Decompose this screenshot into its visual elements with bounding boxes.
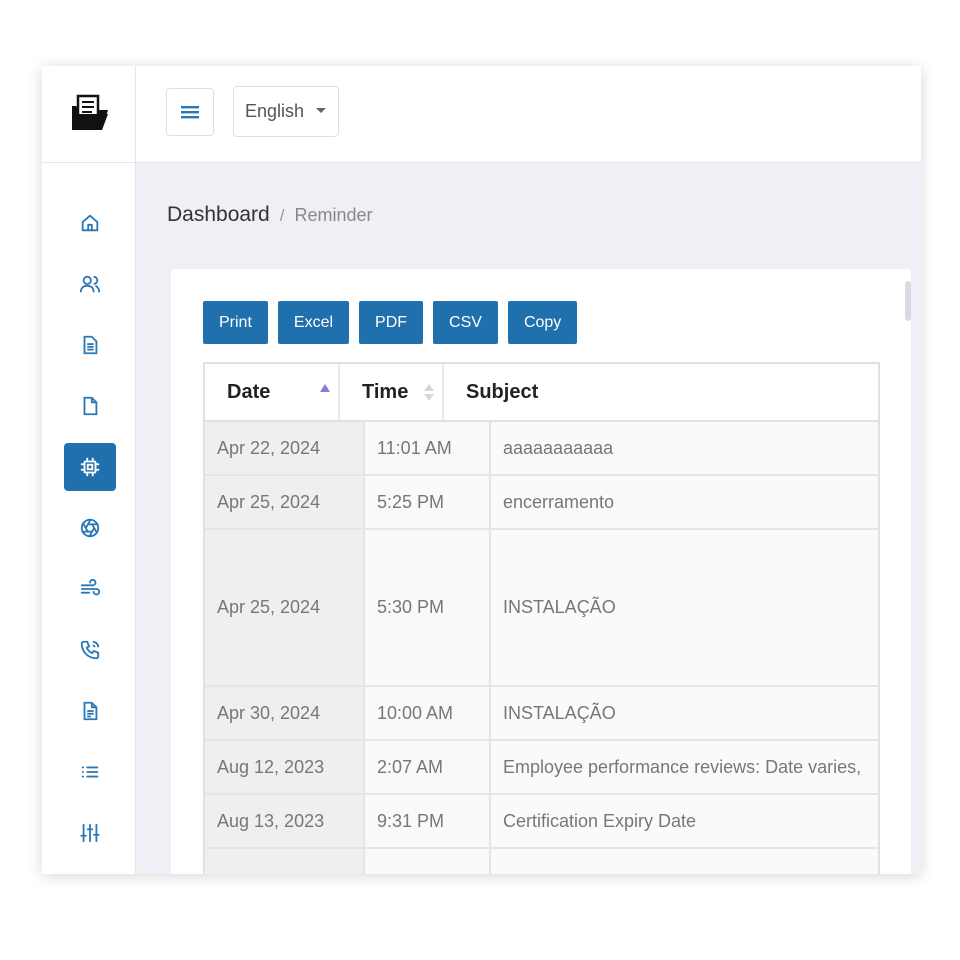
sidebar-item-users[interactable]	[64, 260, 116, 308]
cell-date: Apr 25, 2024	[205, 476, 363, 528]
table-row[interactable]: Apr 25, 2024 5:25 PM encerramento	[205, 476, 878, 530]
excel-button[interactable]: Excel	[277, 301, 350, 344]
cell-date: Aug 13, 2023	[205, 795, 363, 847]
language-select[interactable]: English	[233, 86, 339, 137]
breadcrumb-separator: /	[279, 206, 285, 225]
language-select-value: English	[245, 101, 305, 121]
breadcrumb-dashboard-link[interactable]: Dashboard	[167, 203, 270, 227]
sidebar-item-file[interactable]	[64, 382, 116, 430]
sidebar-item-reports[interactable]	[64, 687, 116, 735]
cell-subject	[489, 849, 878, 874]
cell-time: 2:07 AM	[363, 741, 489, 793]
column-header-subject[interactable]: Subject	[442, 364, 878, 420]
table-row[interactable]: Apr 25, 2024 5:30 PM INSTALAÇÃO	[205, 530, 878, 687]
cpu-chip-icon	[80, 457, 100, 477]
cell-subject: Certification Expiry Date	[489, 795, 878, 847]
cell-time	[363, 849, 489, 874]
sidebar-item-settings[interactable]	[64, 809, 116, 857]
column-header-subject-label: Subject	[466, 380, 539, 403]
caret-down-icon	[316, 108, 326, 113]
wind-icon	[80, 578, 101, 596]
menu-toggle-button[interactable]	[166, 88, 214, 136]
cell-date: Apr 22, 2024	[205, 422, 363, 474]
users-icon	[79, 275, 101, 293]
table-row[interactable]: Aug 13, 2023 9:31 PM Certification Expir…	[205, 795, 878, 849]
hamburger-menu-icon	[181, 106, 199, 119]
table-row[interactable]: Apr 30, 2024 10:00 AM INSTALAÇÃO	[205, 687, 878, 741]
cell-date: Apr 25, 2024	[205, 530, 363, 685]
table-row[interactable]	[205, 849, 878, 874]
app-window: English Dashboard / Reminder Print Excel…	[42, 66, 921, 874]
table-row[interactable]: Aug 12, 2023 2:07 AM Employee performanc…	[205, 741, 878, 795]
home-icon	[81, 214, 99, 232]
cell-time: 5:30 PM	[363, 530, 489, 685]
cell-subject: INSTALAÇÃO	[489, 687, 878, 739]
cell-date: Apr 30, 2024	[205, 687, 363, 739]
sidebar-item-wind[interactable]	[64, 565, 116, 613]
breadcrumb: Dashboard / Reminder	[167, 203, 373, 227]
sidebar-item-calls[interactable]	[64, 626, 116, 674]
sidebar-item-reminder[interactable]	[64, 443, 116, 491]
aperture-icon	[80, 518, 100, 538]
document-lines-icon	[83, 701, 98, 721]
pdf-button[interactable]: PDF	[359, 301, 424, 344]
table-header: Date Time Subject	[205, 364, 878, 422]
column-header-date[interactable]: Date	[205, 364, 338, 420]
phone-call-icon	[80, 640, 100, 660]
sort-unsorted-icon	[424, 384, 434, 401]
cell-time: 11:01 AM	[363, 422, 489, 474]
sliders-icon	[80, 823, 100, 843]
cell-date: Aug 12, 2023	[205, 741, 363, 793]
cell-time: 5:25 PM	[363, 476, 489, 528]
sort-ascending-icon	[320, 384, 330, 392]
reminder-table: Date Time Subject Apr 22, 2024 11:01 AM …	[203, 362, 880, 874]
file-icon	[83, 396, 98, 416]
cell-subject: INSTALAÇÃO	[489, 530, 878, 685]
sidebar-item-documents[interactable]	[64, 321, 116, 369]
column-header-time[interactable]: Time	[338, 364, 442, 420]
copy-button[interactable]: Copy	[507, 301, 578, 344]
sidebar	[42, 66, 136, 874]
top-header: English	[136, 66, 921, 163]
sidebar-item-list[interactable]	[64, 748, 116, 796]
cell-time: 10:00 AM	[363, 687, 489, 739]
cell-subject: aaaaaaaaaaa	[489, 422, 878, 474]
scrollbar-thumb[interactable]	[905, 281, 911, 321]
column-header-time-label: Time	[362, 380, 409, 403]
logo[interactable]	[42, 66, 135, 163]
csv-button[interactable]: CSV	[433, 301, 498, 344]
breadcrumb-current: Reminder	[294, 205, 373, 225]
table-row[interactable]: Apr 22, 2024 11:01 AM aaaaaaaaaaa	[205, 422, 878, 476]
cell-time: 9:31 PM	[363, 795, 489, 847]
cell-subject: Employee performance reviews: Date varie…	[489, 741, 878, 793]
list-icon	[81, 766, 99, 778]
sidebar-item-aperture[interactable]	[64, 504, 116, 552]
export-toolbar: Print Excel PDF CSV Copy	[203, 301, 578, 344]
cell-subject: encerramento	[489, 476, 878, 528]
folder-document-logo-icon	[71, 94, 108, 130]
column-header-date-label: Date	[227, 380, 271, 403]
sidebar-item-home[interactable]	[64, 199, 116, 247]
print-button[interactable]: Print	[203, 301, 268, 344]
cell-date	[205, 849, 363, 874]
document-list-icon	[83, 335, 98, 355]
reminder-card: Print Excel PDF CSV Copy Date Time Subje…	[171, 269, 911, 874]
